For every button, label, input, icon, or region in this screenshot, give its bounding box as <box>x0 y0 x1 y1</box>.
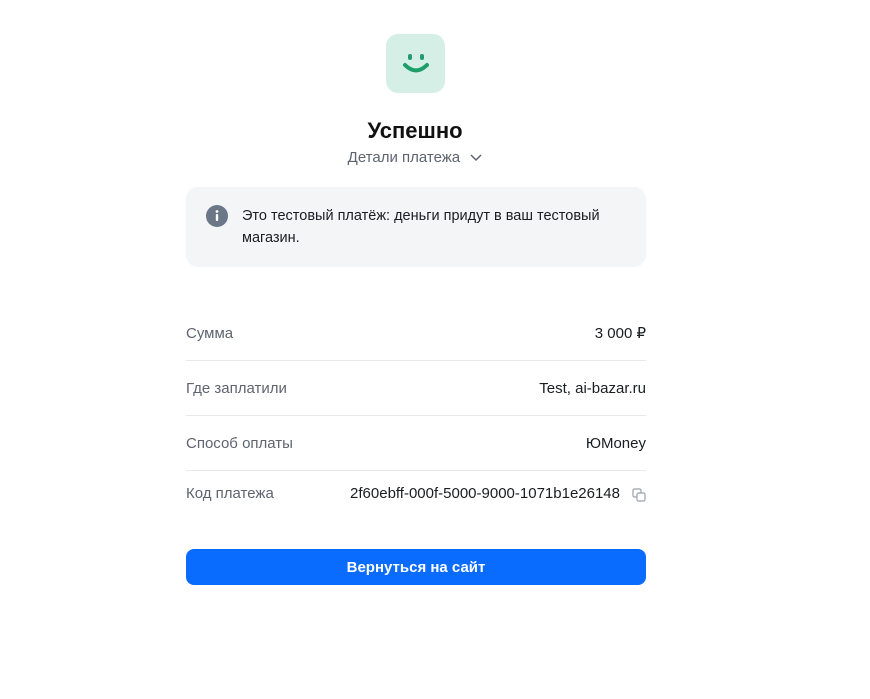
payment-method-label: Способ оплаты <box>186 434 293 452</box>
chevron-down-icon <box>470 154 482 162</box>
row-payment-method: Способ оплаты ЮMoney <box>186 416 646 471</box>
test-payment-notice: Это тестовый платёж: деньги придут в ваш… <box>186 187 646 267</box>
payment-method-value: ЮMoney <box>585 434 646 452</box>
amount-label: Сумма <box>186 324 234 342</box>
merchant-value: Test, ai-bazar.ru <box>539 379 646 397</box>
payment-id-value[interactable]: 2f60ebff-000f-5000-9000-1071b1e26148 <box>350 485 620 502</box>
payment-details-list: Сумма 3 000 ₽ Где заплатили Test, ai-baz… <box>186 306 646 525</box>
merchant-label: Где заплатили <box>186 379 287 397</box>
payment-id-value-wrap: 2f60ebff-000f-5000-9000-1071b1e26148 <box>350 485 646 502</box>
smile-icon <box>402 53 429 72</box>
info-icon <box>206 205 228 227</box>
notice-text: Это тестовый платёж: деньги придут в ваш… <box>242 208 600 246</box>
payment-id-label: Код платежа <box>186 485 274 502</box>
amount-value: 3 000 ₽ <box>594 325 646 342</box>
payment-details-label: Детали платежа <box>347 149 461 166</box>
row-payment-id: Код платежа 2f60ebff-000f-5000-9000-1071… <box>186 471 646 525</box>
payment-details-toggle[interactable]: Детали платежа <box>0 149 830 166</box>
success-logo <box>386 34 445 93</box>
row-amount: Сумма 3 000 ₽ <box>186 306 646 361</box>
copy-icon[interactable] <box>632 488 646 502</box>
row-merchant: Где заплатили Test, ai-bazar.ru <box>186 361 646 416</box>
return-to-site-button[interactable]: Вернуться на сайт <box>186 549 646 585</box>
page-title: Успешно <box>367 118 463 143</box>
